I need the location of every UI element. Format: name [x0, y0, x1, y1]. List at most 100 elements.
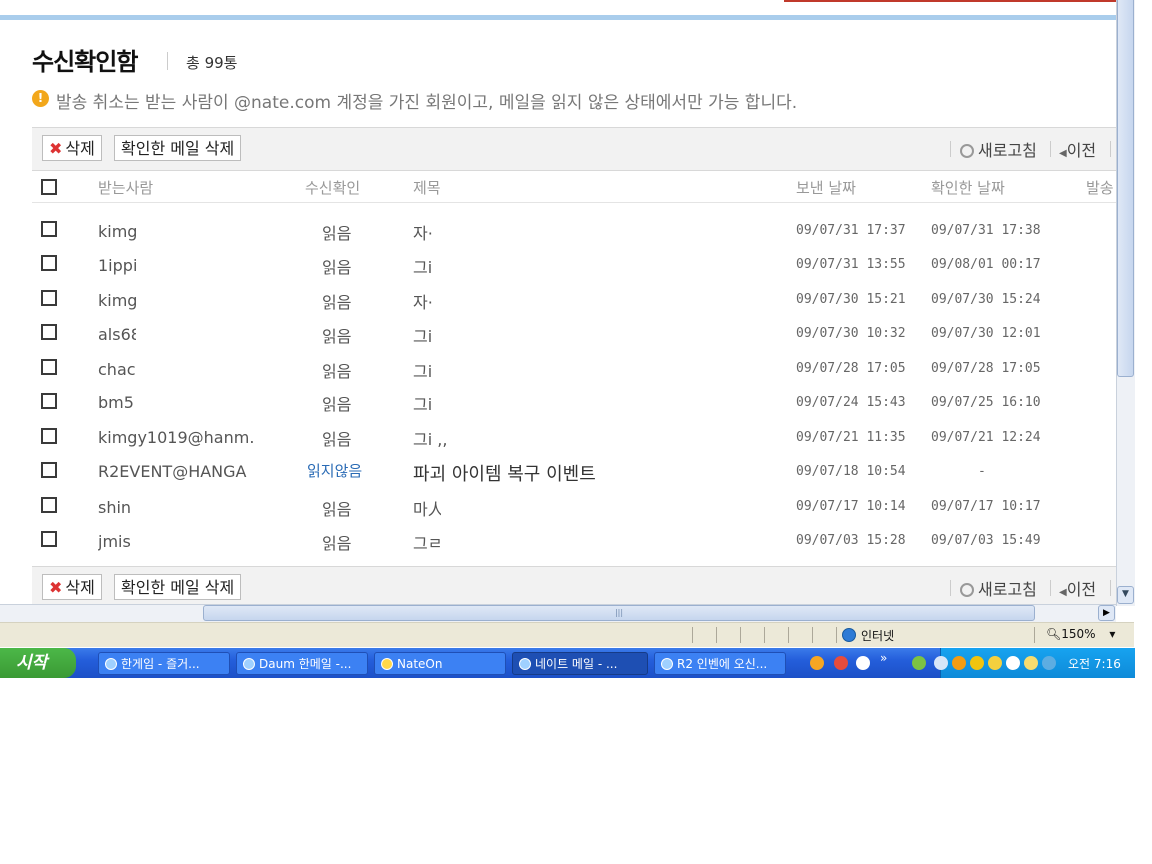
row-checkbox[interactable]: [41, 290, 57, 306]
row-recipient[interactable]: kimg: [98, 222, 138, 241]
row-recipient[interactable]: als68: [98, 325, 136, 344]
column-header-sent-date[interactable]: 보낸 날짜: [796, 177, 856, 198]
taskbar-item-daum[interactable]: Daum 한메일 -...: [236, 652, 368, 675]
horizontal-scroll-thumb[interactable]: |||: [203, 605, 1035, 621]
refresh-button-bottom[interactable]: 새로고침: [960, 576, 1037, 600]
toolbar-bottom: ✖ 삭제 확인한 메일 삭제 새로고침 ◀이전: [32, 566, 1116, 606]
row-checkbox[interactable]: [41, 255, 57, 271]
row-subject[interactable]: 그ㄹ: [413, 530, 441, 554]
row-subject[interactable]: 그i: [413, 323, 438, 347]
scroll-right-icon[interactable]: ▶: [1098, 605, 1115, 621]
column-header-read-status[interactable]: 수신확인: [305, 177, 360, 198]
prev-page-button-bottom[interactable]: ◀이전: [1059, 576, 1096, 600]
delete-button-bottom[interactable]: ✖ 삭제: [42, 574, 102, 600]
toolbar-top: ✖ 삭제 확인한 메일 삭제 새로고침 ◀이전: [32, 127, 1116, 171]
quicklaunch-icon[interactable]: [834, 656, 848, 670]
row-read-status: 읽음: [322, 258, 352, 277]
row-read-date: 09/07/03 15:49: [931, 533, 1041, 548]
column-header-subject[interactable]: 제목: [413, 177, 441, 198]
row-recipient[interactable]: R2EVENT@HANGA: [98, 462, 253, 481]
row-recipient[interactable]: 1ippi: [98, 256, 138, 275]
row-sent-date: 09/07/31 13:55: [796, 257, 906, 272]
column-header-cancel[interactable]: 발송: [1086, 177, 1116, 198]
prev-page-button[interactable]: ◀이전: [1059, 137, 1096, 161]
quicklaunch-icon[interactable]: [912, 656, 926, 670]
row-checkbox[interactable]: [41, 393, 57, 409]
chevron-left-icon: ◀: [1059, 148, 1067, 159]
row-subject[interactable]: 자·: [413, 289, 438, 313]
quicklaunch-icon[interactable]: [810, 656, 824, 670]
scroll-down-icon[interactable]: ▼: [1117, 586, 1134, 604]
chevron-down-icon: ▾: [1109, 627, 1116, 641]
row-subject[interactable]: 마人: [413, 496, 441, 520]
row-checkbox[interactable]: [41, 324, 57, 340]
row-subject[interactable]: 그i: [413, 254, 438, 278]
row-subject[interactable]: 파괴 아이템 복구 이벤트: [413, 460, 596, 486]
refresh-icon: [960, 583, 974, 597]
star-icon[interactable]: [1006, 656, 1020, 670]
row-recipient[interactable]: bm5: [98, 393, 138, 412]
column-header-recipient[interactable]: 받는사람: [98, 177, 153, 198]
row-checkbox[interactable]: [41, 531, 57, 547]
row-recipient[interactable]: chac: [98, 360, 138, 379]
row-sent-date: 09/07/21 11:35: [796, 430, 906, 445]
taskbar-item-nate-mail[interactable]: 네이트 메일 - ...: [512, 652, 648, 675]
row-subject[interactable]: 자·: [413, 220, 438, 244]
ie-icon: [519, 658, 531, 670]
row-read-date: 09/07/30 12:01: [931, 326, 1041, 341]
zoom-control[interactable]: 🔍︎150% ▾: [1046, 627, 1115, 641]
globe-icon: [842, 628, 856, 642]
row-sent-date: 09/07/03 15:28: [796, 533, 906, 548]
select-all-checkbox[interactable]: [41, 179, 57, 195]
ie-icon: [243, 658, 255, 670]
row-read-status: 읽음: [322, 224, 352, 243]
tray-icon[interactable]: [952, 656, 966, 670]
taskbar-item-nateon[interactable]: NateOn: [374, 652, 506, 675]
refresh-button[interactable]: 새로고침: [960, 137, 1037, 161]
tray-icon[interactable]: [1024, 656, 1038, 670]
close-icon: ✖: [49, 139, 63, 158]
mail-count: 총 99통: [186, 54, 238, 72]
row-read-date: 09/07/25 16:10: [931, 395, 1041, 410]
chevron-right-icon[interactable]: »: [880, 651, 887, 665]
row-checkbox[interactable]: [41, 462, 57, 478]
row-recipient[interactable]: kimgy1019@hanm..: [98, 428, 253, 447]
ie-icon: [661, 658, 673, 670]
row-subject[interactable]: 그i: [413, 391, 438, 415]
row-read-status: 읽음: [322, 430, 352, 449]
close-icon: ✖: [49, 578, 63, 597]
row-read-date: 09/07/21 12:24: [931, 430, 1041, 445]
taskbar-item-r2-inven[interactable]: R2 인벤에 오신...: [654, 652, 786, 675]
vertical-scroll-thumb[interactable]: [1117, 0, 1134, 377]
tray-icon[interactable]: [934, 656, 948, 670]
delete-confirmed-button-bottom[interactable]: 확인한 메일 삭제: [114, 574, 242, 600]
delete-button[interactable]: ✖ 삭제: [42, 135, 102, 161]
zoom-icon: 🔍︎: [1046, 627, 1062, 641]
warning-icon: !: [32, 90, 49, 107]
tray-icon[interactable]: [1042, 656, 1056, 670]
row-recipient[interactable]: shin: [98, 498, 138, 517]
tray-icon[interactable]: [970, 656, 984, 670]
row-subject[interactable]: 그i: [413, 358, 438, 382]
row-checkbox[interactable]: [41, 359, 57, 375]
row-recipient[interactable]: kimg: [98, 291, 138, 310]
row-recipient[interactable]: jmis: [98, 532, 134, 551]
row-read-status: 읽음: [322, 534, 352, 553]
taskbar-item-hangame[interactable]: 한게임 - 즐거...: [98, 652, 230, 675]
row-checkbox[interactable]: [41, 497, 57, 513]
shield-icon[interactable]: [988, 656, 1002, 670]
browser-status-bar: 인터넷 🔍︎150% ▾: [0, 622, 1134, 647]
row-sent-date: 09/07/17 10:14: [796, 499, 906, 514]
row-read-date: 09/07/30 15:24: [931, 292, 1041, 307]
clock[interactable]: 오전 7:16: [1068, 655, 1121, 672]
title-divider: [167, 52, 168, 70]
column-header-read-date[interactable]: 확인한 날짜: [931, 177, 1005, 198]
delete-confirmed-button[interactable]: 확인한 메일 삭제: [114, 135, 242, 161]
quicklaunch-icon[interactable]: [856, 656, 870, 670]
start-button[interactable]: 시작: [0, 648, 76, 678]
row-checkbox[interactable]: [41, 428, 57, 444]
row-checkbox[interactable]: [41, 221, 57, 237]
row-read-status: 읽지않음: [307, 462, 363, 480]
row-subject[interactable]: 그i ,,: [413, 426, 463, 450]
refresh-icon: [960, 144, 974, 158]
